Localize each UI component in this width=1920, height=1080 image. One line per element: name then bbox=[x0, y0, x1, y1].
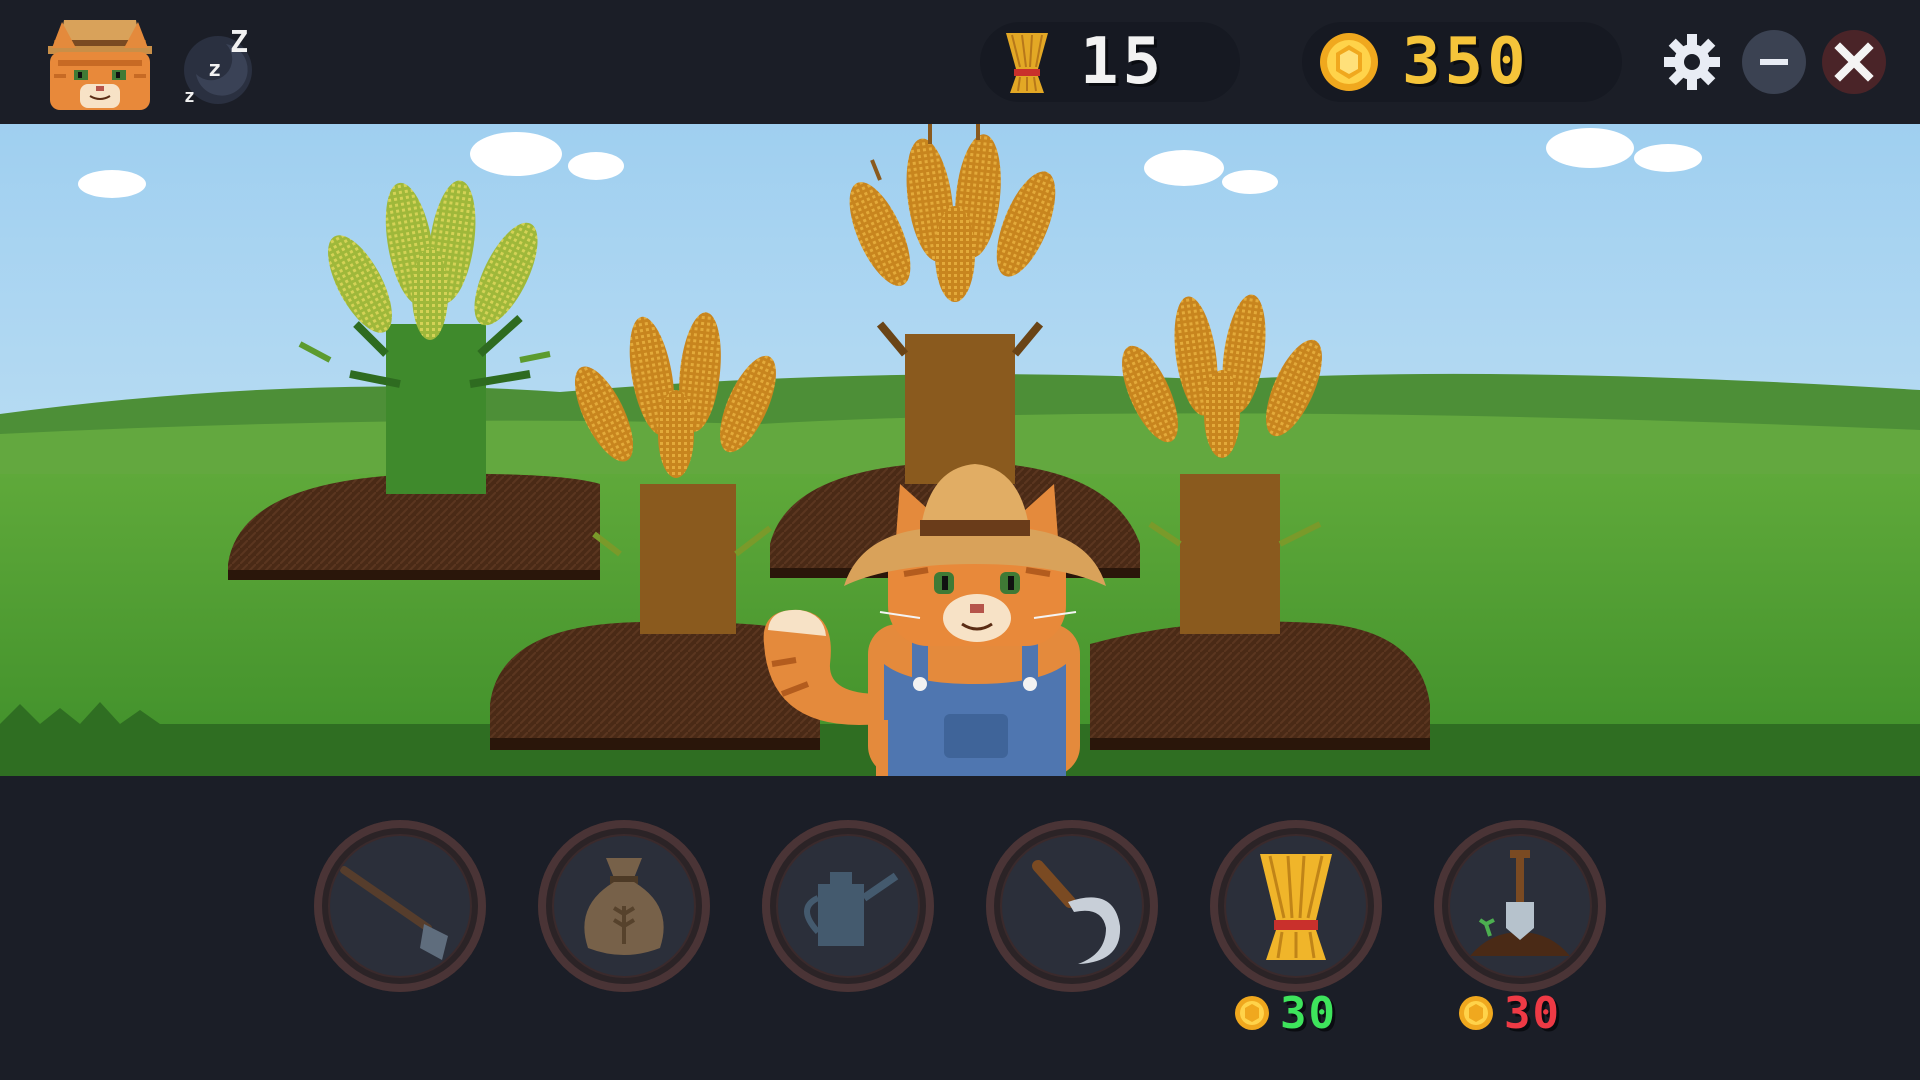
seed-bag-tool-button[interactable] bbox=[538, 820, 710, 992]
buy-plot-price: 30 bbox=[1456, 987, 1561, 1039]
minimize-button[interactable] bbox=[1742, 30, 1806, 94]
sell-wheat-price-value: 30 bbox=[1280, 987, 1337, 1039]
coin-count: 350 bbox=[1402, 25, 1530, 99]
close-icon bbox=[1834, 42, 1874, 82]
sickle-tool-button[interactable] bbox=[986, 820, 1158, 992]
top-bar: Z z z 15 350 bbox=[0, 0, 1920, 124]
tool-bar: 30 30 bbox=[0, 776, 1920, 1080]
soil-plot-4[interactable] bbox=[1090, 621, 1430, 751]
buy-plot-price-value: 30 bbox=[1504, 987, 1561, 1039]
player-avatar[interactable] bbox=[44, 14, 156, 112]
shovel-plot-icon bbox=[1470, 850, 1570, 956]
gear-icon bbox=[1664, 34, 1720, 90]
svg-text:Z: Z bbox=[230, 25, 248, 60]
seed-bag-icon bbox=[584, 858, 664, 955]
sell-wheat-price: 30 bbox=[1232, 987, 1337, 1039]
gold-coin-icon bbox=[1235, 996, 1269, 1030]
minimize-icon bbox=[1760, 59, 1788, 65]
hoe-icon bbox=[340, 866, 448, 960]
sickle-icon bbox=[1032, 860, 1121, 964]
farm-scene bbox=[0, 124, 1920, 776]
wheat-sheaf-icon bbox=[1006, 33, 1048, 93]
svg-text:z: z bbox=[208, 57, 221, 82]
farm-field-illustration bbox=[0, 124, 1920, 776]
watering-can-tool-button[interactable] bbox=[762, 820, 934, 992]
buy-plot-button[interactable] bbox=[1434, 820, 1606, 992]
sell-wheat-button[interactable] bbox=[1210, 820, 1382, 992]
svg-text:z: z bbox=[184, 86, 195, 106]
wheat-counter: 15 bbox=[980, 22, 1240, 102]
gold-coin-icon bbox=[1320, 33, 1378, 91]
sleep-zzz-icon[interactable]: Z z z bbox=[178, 18, 268, 107]
cat-farmer-avatar-icon bbox=[48, 20, 152, 110]
watering-can-icon bbox=[804, 872, 899, 946]
gold-coin-icon bbox=[1459, 996, 1493, 1030]
hoe-tool-button[interactable] bbox=[314, 820, 486, 992]
close-button[interactable] bbox=[1822, 30, 1886, 94]
coin-counter: 350 bbox=[1302, 22, 1622, 102]
wheat-count: 15 bbox=[1080, 25, 1166, 99]
wheat-sheaf-icon bbox=[1260, 854, 1332, 960]
settings-button[interactable] bbox=[1660, 30, 1724, 94]
